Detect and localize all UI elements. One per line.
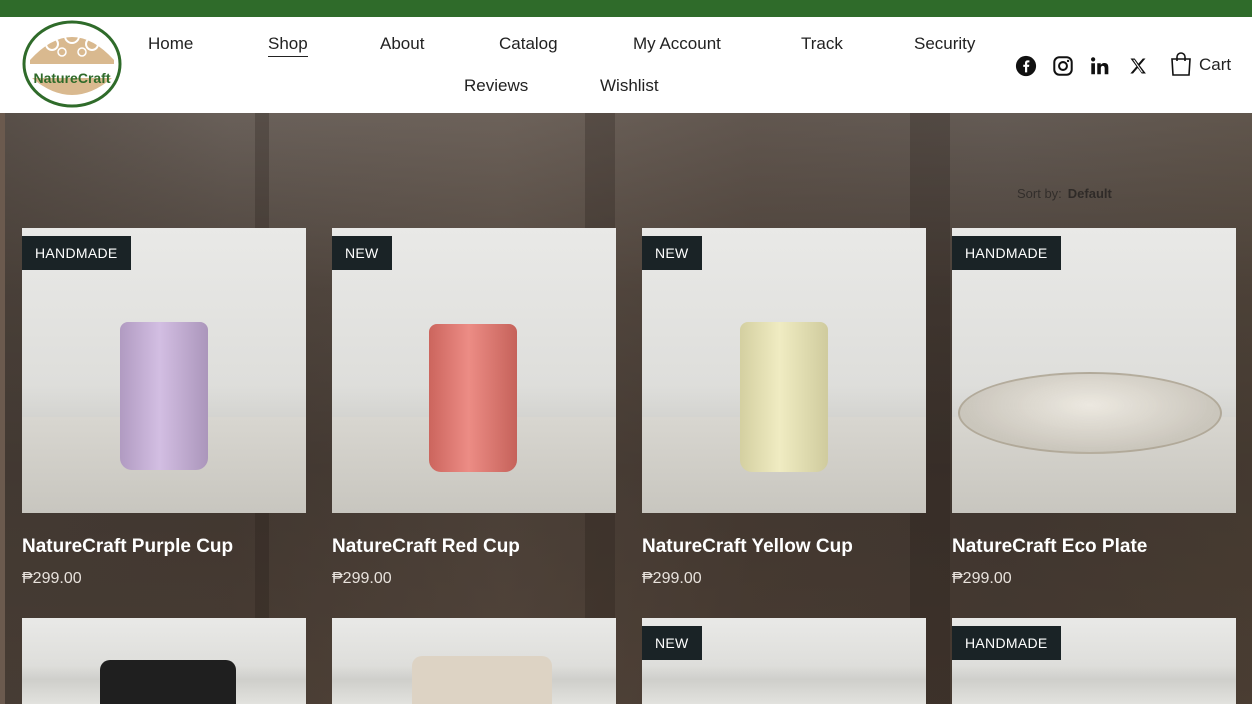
product-image[interactable]: NEW <box>642 618 926 704</box>
nav-reviews[interactable]: Reviews <box>464 76 528 96</box>
product-image[interactable] <box>22 618 306 704</box>
logo-emblem-icon <box>22 20 122 108</box>
cart-link[interactable]: Cart <box>1199 55 1231 75</box>
product-cup-graphic <box>120 322 208 470</box>
product-image[interactable]: HANDMADE <box>952 228 1236 513</box>
product-price: ₱299.00 <box>22 570 82 587</box>
product-image[interactable]: NEW <box>332 228 616 513</box>
site-header: NatureCraft Home Shop About Catalog My A… <box>0 17 1252 113</box>
product-badge: HANDMADE <box>22 236 131 270</box>
sort-label: Sort by: <box>1017 186 1062 201</box>
product-badge: NEW <box>332 236 392 270</box>
instagram-icon[interactable] <box>1050 53 1076 79</box>
nav-home[interactable]: Home <box>148 34 193 54</box>
top-announcement-bar <box>0 0 1252 17</box>
product-title[interactable]: NatureCraft Yellow Cup <box>642 536 853 558</box>
product-image[interactable] <box>332 618 616 704</box>
sort-by-dropdown[interactable]: Sort by: Default <box>1017 186 1112 201</box>
sort-value: Default <box>1067 186 1112 201</box>
product-price: ₱299.00 <box>952 570 1012 587</box>
product-cup-graphic <box>100 660 236 704</box>
nav-track[interactable]: Track <box>801 34 843 54</box>
product-price: ₱299.00 <box>332 570 392 587</box>
brand-logo[interactable]: NatureCraft <box>20 20 124 108</box>
product-title[interactable]: NatureCraft Purple Cup <box>22 536 233 558</box>
product-cup-graphic <box>740 322 828 472</box>
product-badge: HANDMADE <box>952 236 1061 270</box>
facebook-icon[interactable] <box>1013 53 1039 79</box>
product-badge: HANDMADE <box>952 626 1061 660</box>
product-badge: NEW <box>642 236 702 270</box>
product-title[interactable]: NatureCraft Red Cup <box>332 536 520 558</box>
cart-bag-icon[interactable] <box>1168 51 1194 77</box>
product-cup-graphic <box>412 656 552 704</box>
product-price: ₱299.00 <box>642 570 702 587</box>
product-cup-graphic <box>429 324 517 472</box>
nav-about[interactable]: About <box>380 34 424 54</box>
nav-my-account[interactable]: My Account <box>633 34 721 54</box>
product-title[interactable]: NatureCraft Eco Plate <box>952 536 1147 558</box>
nav-security[interactable]: Security <box>914 34 975 54</box>
nav-shop[interactable]: Shop <box>268 34 308 57</box>
product-image[interactable]: HANDMADE <box>22 228 306 513</box>
nav-wishlist[interactable]: Wishlist <box>600 76 659 96</box>
product-image[interactable]: NEW <box>642 228 926 513</box>
product-image[interactable]: HANDMADE <box>952 618 1236 704</box>
nav-catalog[interactable]: Catalog <box>499 34 558 54</box>
x-icon[interactable] <box>1125 53 1151 79</box>
product-plate-graphic <box>958 372 1222 454</box>
product-badge: NEW <box>642 626 702 660</box>
linkedin-icon[interactable] <box>1087 53 1113 79</box>
logo-wordmark: NatureCraft <box>33 70 111 86</box>
